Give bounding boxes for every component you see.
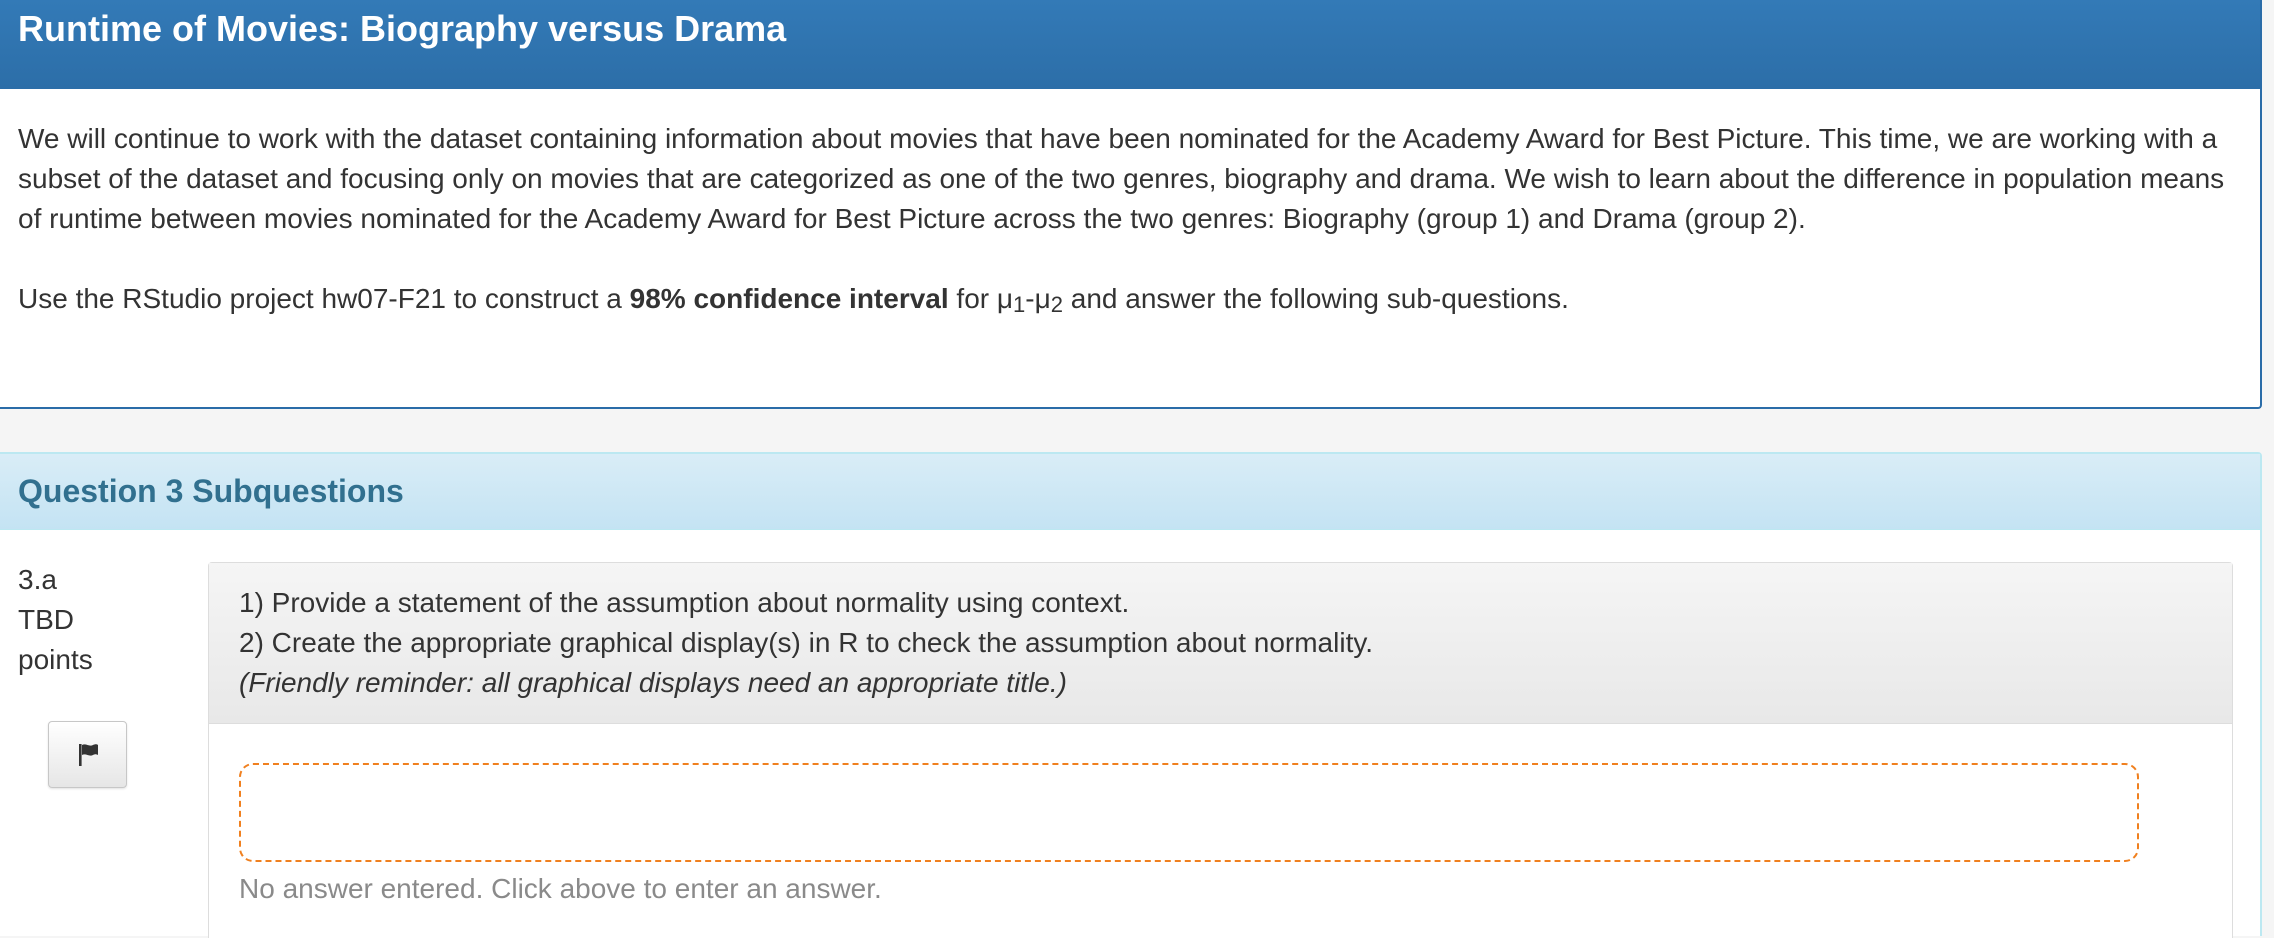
- prompt-reminder: (Friendly reminder: all graphical displa…: [239, 667, 1067, 698]
- no-answer-message: No answer entered. Click above to enter …: [239, 873, 882, 904]
- question-meta: 3.a TBD points: [18, 560, 93, 680]
- subscript-2: 2: [1050, 292, 1063, 317]
- points-label: points: [18, 644, 93, 675]
- instructions-paragraph: Use the RStudio project hw07-F21 to cons…: [18, 279, 2242, 319]
- subscript-1: 1: [1013, 292, 1026, 317]
- instructions-tail: and answer the following sub-questions.: [1063, 283, 1569, 314]
- question-header-title: Question 3 Subquestions: [18, 473, 404, 509]
- question-header: Question 3 Subquestions: [0, 454, 2260, 530]
- intro-body: We will continue to work with the datase…: [0, 89, 2260, 319]
- minus-sign: -: [1025, 283, 1035, 314]
- mu-symbol-1: μ: [996, 283, 1014, 314]
- mu-symbol-2: μ: [1034, 283, 1051, 314]
- page-title: Runtime of Movies: Biography versus Dram…: [18, 8, 787, 49]
- instructions-bold: 98% confidence interval: [629, 283, 949, 314]
- question-number: 3.a: [18, 564, 57, 595]
- flag-icon: [78, 743, 98, 766]
- points-value: TBD: [18, 604, 74, 635]
- intro-paragraph: We will continue to work with the datase…: [18, 123, 2225, 234]
- subquestion-card: 1) Provide a statement of the assumption…: [208, 562, 2233, 938]
- question-panel: Question 3 Subquestions 3.a TBD points 1…: [0, 452, 2262, 938]
- instructions-lead: Use the RStudio project hw07-F21 to cons…: [18, 283, 630, 314]
- flag-question-button[interactable]: [48, 721, 127, 788]
- instructions-for: for: [948, 283, 997, 314]
- subquestion-prompt: 1) Provide a statement of the assumption…: [209, 563, 2232, 724]
- intro-header: Runtime of Movies: Biography versus Dram…: [0, 0, 2260, 89]
- intro-panel: Runtime of Movies: Biography versus Dram…: [0, 0, 2262, 409]
- answer-input[interactable]: [239, 763, 2139, 862]
- prompt-line-2: 2) Create the appropriate graphical disp…: [239, 627, 1374, 658]
- prompt-line-1: 1) Provide a statement of the assumption…: [239, 587, 1130, 618]
